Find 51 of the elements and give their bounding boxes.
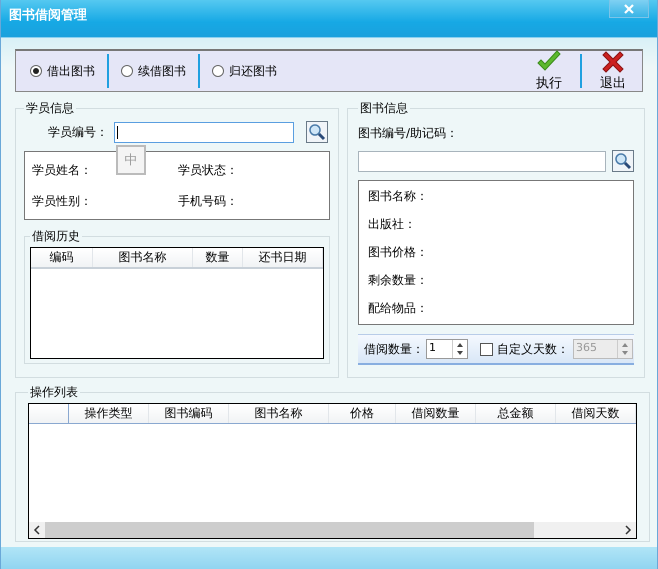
horizontal-scrollbar[interactable] — [29, 522, 636, 538]
radio-option[interactable]: 归还图书 — [212, 62, 277, 80]
column-header[interactable]: 总金额 — [476, 404, 556, 423]
cross-icon — [601, 50, 625, 74]
section-title: 图书信息 — [359, 100, 409, 117]
field-label: 图书价格： — [368, 244, 429, 261]
column-header[interactable]: 借阅天数 — [556, 404, 636, 423]
student-id-field[interactable] — [114, 122, 294, 142]
scroll-thumb[interactable] — [45, 522, 534, 538]
execute-button[interactable]: 执行 — [530, 50, 568, 92]
radio-option[interactable]: 借出图书 — [30, 62, 95, 80]
field-label: 剩余数量： — [368, 272, 429, 289]
column-header[interactable]: 图书编码 — [149, 404, 229, 423]
column-header[interactable]: 编码 — [31, 248, 93, 267]
field-label: 图书名称： — [368, 188, 429, 206]
radio-label: 归还图书 — [229, 62, 277, 80]
column-header[interactable]: 价格 — [329, 404, 396, 423]
section-title: 学员信息 — [25, 100, 75, 117]
ime-indicator: 中 — [116, 145, 146, 175]
field-label: 学员编号： — [48, 124, 109, 140]
exit-button[interactable]: 退出 — [594, 50, 632, 92]
radio-label: 续借图书 — [138, 62, 186, 80]
field-label: 配给物品： — [368, 300, 429, 317]
field-label: 学员姓名： — [32, 162, 93, 178]
field-label: 学员状态： — [178, 162, 239, 178]
column-header[interactable]: 借阅数量 — [396, 404, 476, 423]
search-button[interactable] — [306, 121, 328, 143]
close-icon — [624, 4, 634, 14]
search-icon — [308, 123, 326, 141]
section-title: 操作列表 — [29, 384, 79, 401]
quantity-spinner[interactable]: 1 — [426, 339, 468, 359]
window-title: 图书借阅管理 — [9, 7, 87, 24]
radio-button[interactable] — [30, 65, 42, 77]
book-code-field[interactable] — [358, 150, 606, 172]
radio-button[interactable] — [212, 65, 224, 77]
field-label: 学员性别： — [32, 192, 93, 210]
column-header[interactable]: 还书日期 — [243, 248, 323, 267]
radio-button[interactable] — [121, 65, 133, 77]
field-label: 手机号码： — [178, 192, 239, 210]
section-title: 借阅历史 — [31, 228, 81, 245]
radio-option[interactable]: 续借图书 — [121, 62, 186, 80]
field-label: 借阅数量： — [364, 340, 424, 358]
column-header[interactable]: 图书名称 — [93, 248, 193, 267]
field-label: 出版社： — [368, 216, 417, 234]
column-header[interactable]: 数量 — [193, 248, 243, 267]
column-header[interactable]: 操作类型 — [69, 404, 149, 423]
radio-label: 借出图书 — [47, 62, 95, 80]
column-header[interactable]: 图书名称 — [229, 404, 329, 423]
search-icon — [614, 152, 632, 170]
field-label: 图书编号/助记码： — [358, 125, 460, 142]
search-button[interactable] — [612, 150, 634, 172]
